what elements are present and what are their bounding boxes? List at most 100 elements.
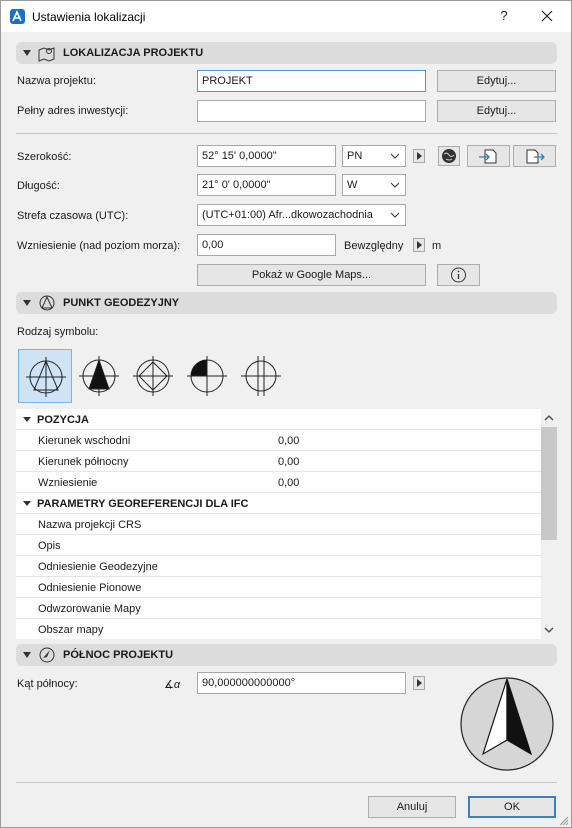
latitude-direction-select[interactable]: PN: [342, 145, 406, 167]
elevation-input[interactable]: 0,00: [197, 234, 336, 256]
property-label: Wzniesienie: [38, 477, 98, 489]
survey-point-icon: [39, 295, 55, 311]
longitude-direction-select[interactable]: W: [342, 174, 406, 196]
section-title: PÓŁNOC PROJEKTU: [63, 649, 174, 661]
window-title: Ustawienia lokalizacji: [32, 10, 146, 24]
elevation-mode: Bewzględny: [344, 240, 404, 252]
north-compass-icon: [39, 647, 55, 663]
section-title: LOKALIZACJA PROJEKTU: [63, 47, 204, 59]
archicad-app-icon: [10, 9, 25, 24]
property-label: Odniesienie Pionowe: [38, 582, 142, 594]
longitude-direction-value: W: [347, 179, 358, 191]
address-input[interactable]: [197, 100, 426, 122]
property-label: Obszar mapy: [38, 624, 104, 636]
info-icon[interactable]: [437, 264, 480, 286]
property-label: Kierunek wschodni: [38, 435, 131, 447]
collapse-triangle-icon[interactable]: [23, 652, 31, 658]
property-value[interactable]: 0,00: [278, 435, 299, 447]
edit-address-button[interactable]: Edytuj...: [437, 100, 556, 122]
elevation-mode-arrow[interactable]: [413, 238, 425, 252]
symbol-option-3[interactable]: [126, 349, 180, 403]
survey-symbol-diamond-icon: [133, 356, 173, 396]
group-ifc-georeference[interactable]: PARAMETRY GEOREFERENCJI DLA IFC: [16, 493, 541, 514]
section-survey-point[interactable]: PUNKT GEODEZYJNY: [16, 292, 557, 314]
list-item[interactable]: Odwzorowanie Mapy: [16, 598, 541, 619]
latitude-input[interactable]: 52° 15' 0,0000": [197, 145, 336, 167]
address-label: Pełny adres inwestycji:: [17, 105, 129, 117]
close-icon[interactable]: [533, 4, 561, 28]
property-value[interactable]: 0,00: [278, 456, 299, 468]
latitude-label: Szerokość:: [17, 151, 72, 163]
section-title: PUNKT GEODEZYJNY: [63, 297, 180, 309]
symbol-type-label: Rodzaj symbolu:: [17, 326, 99, 338]
vertical-scrollbar[interactable]: [541, 409, 557, 639]
divider: [16, 133, 557, 134]
list-item[interactable]: Odniesienie Pionowe: [16, 577, 541, 598]
north-angle-arrow[interactable]: [413, 676, 425, 690]
chevron-down-icon: [391, 182, 399, 188]
property-label: Odwzorowanie Mapy: [38, 603, 141, 615]
timezone-value: (UTC+01:00) Afr...dkowozachodnia: [202, 209, 373, 221]
section-project-north[interactable]: PÓŁNOC PROJEKTU: [16, 644, 557, 666]
project-name-label: Nazwa projektu:: [17, 75, 96, 87]
collapse-triangle-icon[interactable]: [23, 501, 31, 506]
symbol-option-4[interactable]: [180, 349, 234, 403]
north-arrow-compass-icon[interactable]: [459, 676, 555, 772]
symbol-option-2[interactable]: [72, 349, 126, 403]
longitude-input[interactable]: 21° 0' 0,0000": [197, 174, 336, 196]
elevation-unit: m: [432, 240, 442, 252]
list-item[interactable]: Kierunek wschodni 0,00: [16, 430, 541, 451]
divider: [16, 782, 557, 783]
list-item[interactable]: Obszar mapy: [16, 619, 541, 640]
group-title: POZYCJA: [37, 414, 89, 426]
google-maps-button[interactable]: Pokaż w Google Maps...: [197, 264, 426, 286]
collapse-triangle-icon[interactable]: [23, 300, 31, 306]
survey-symbol-outline-icon: [26, 357, 66, 397]
longitude-label: Długość:: [17, 180, 60, 192]
north-angle-label: Kąt północy:: [17, 678, 78, 690]
north-angle-input[interactable]: 90,000000000000°: [197, 672, 406, 694]
group-title: PARAMETRY GEOREFERENCJI DLA IFC: [37, 498, 249, 510]
latitude-direction-value: PN: [347, 150, 363, 162]
map-location-icon: [38, 47, 55, 62]
ok-button[interactable]: OK: [468, 796, 556, 818]
list-item[interactable]: Opis: [16, 535, 541, 556]
scrollbar-thumb[interactable]: [541, 427, 557, 540]
section-project-location[interactable]: LOKALIZACJA PROJEKTU: [16, 42, 557, 64]
import-location-icon[interactable]: [467, 145, 510, 167]
resize-grip-icon[interactable]: [559, 816, 569, 826]
list-item[interactable]: Odniesienie Geodezyjne: [16, 556, 541, 577]
survey-symbol-crosshair-icon: [241, 356, 281, 396]
latitude-popup-arrow[interactable]: [413, 149, 425, 163]
property-label: Opis: [38, 540, 61, 552]
title-bar: Ustawienia lokalizacji ?: [1, 1, 571, 32]
property-label: Kierunek północny: [38, 456, 129, 468]
collapse-triangle-icon[interactable]: [23, 417, 31, 422]
list-item[interactable]: Wzniesienie 0,00: [16, 472, 541, 493]
survey-properties-list: POZYCJA Kierunek wschodni 0,00 Kierunek …: [16, 409, 557, 639]
edit-name-button[interactable]: Edytuj...: [437, 70, 556, 92]
chevron-down-icon: [391, 153, 399, 159]
symbol-option-1[interactable]: [18, 349, 72, 403]
property-value[interactable]: 0,00: [278, 477, 299, 489]
project-name-input[interactable]: PROJEKT: [197, 70, 426, 92]
collapse-triangle-icon[interactable]: [23, 50, 31, 56]
symbol-option-5[interactable]: [234, 349, 288, 403]
property-label: Odniesienie Geodezyjne: [38, 561, 158, 573]
elevation-label: Wzniesienie (nad poziom morza):: [17, 240, 181, 252]
scroll-up-icon[interactable]: [544, 414, 554, 422]
timezone-select[interactable]: (UTC+01:00) Afr...dkowozachodnia: [197, 204, 406, 226]
survey-symbol-quadrant-icon: [187, 356, 227, 396]
globe-icon[interactable]: [438, 146, 460, 166]
list-item[interactable]: Nazwa projekcji CRS: [16, 514, 541, 535]
property-label: Nazwa projekcji CRS: [38, 519, 142, 531]
export-location-icon[interactable]: [513, 145, 556, 167]
timezone-label: Strefa czasowa (UTC):: [17, 210, 129, 222]
cancel-button[interactable]: Anuluj: [368, 796, 456, 818]
list-item[interactable]: Kierunek północny 0,00: [16, 451, 541, 472]
group-position[interactable]: POZYCJA: [16, 409, 541, 430]
survey-symbol-filled-icon: [79, 356, 119, 396]
scroll-down-icon[interactable]: [544, 626, 554, 634]
chevron-down-icon: [391, 212, 399, 218]
help-button[interactable]: ?: [495, 8, 513, 26]
